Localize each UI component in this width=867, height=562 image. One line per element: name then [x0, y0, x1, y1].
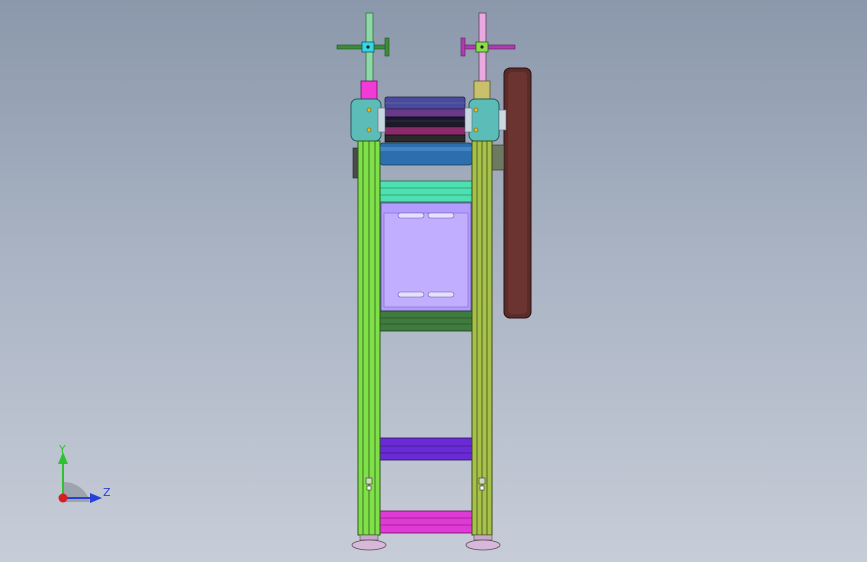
right-foot[interactable] — [465, 534, 501, 551]
triad-axes-icon — [58, 452, 102, 503]
right-bracket — [490, 144, 505, 171]
left-foot[interactable] — [351, 534, 387, 551]
purple-cross-bar[interactable] — [379, 437, 473, 461]
right-vertical-post[interactable] — [471, 140, 493, 536]
left-pink-block[interactable] — [360, 80, 378, 100]
y-axis-label: Y — [59, 443, 66, 456]
right-bearing-block[interactable] — [464, 98, 507, 142]
machine-front-view[interactable] — [0, 0, 867, 562]
teal-cross-bar[interactable] — [379, 180, 473, 203]
handwheel[interactable] — [503, 67, 532, 319]
right-olive-block[interactable] — [473, 80, 491, 100]
left-bearing-block[interactable] — [350, 98, 386, 142]
pink-cross-bar[interactable] — [379, 510, 473, 534]
left-vertical-post[interactable] — [357, 140, 381, 536]
dark-green-cross-bar[interactable] — [379, 310, 473, 332]
z-axis-label: Z — [103, 486, 111, 499]
lavender-plate[interactable] — [380, 202, 472, 312]
roller-stack[interactable] — [384, 96, 466, 143]
cad-viewport[interactable]: Y Z — [0, 0, 867, 562]
blue-roller[interactable] — [379, 142, 473, 166]
orientation-triad[interactable]: Y Z — [40, 440, 130, 520]
